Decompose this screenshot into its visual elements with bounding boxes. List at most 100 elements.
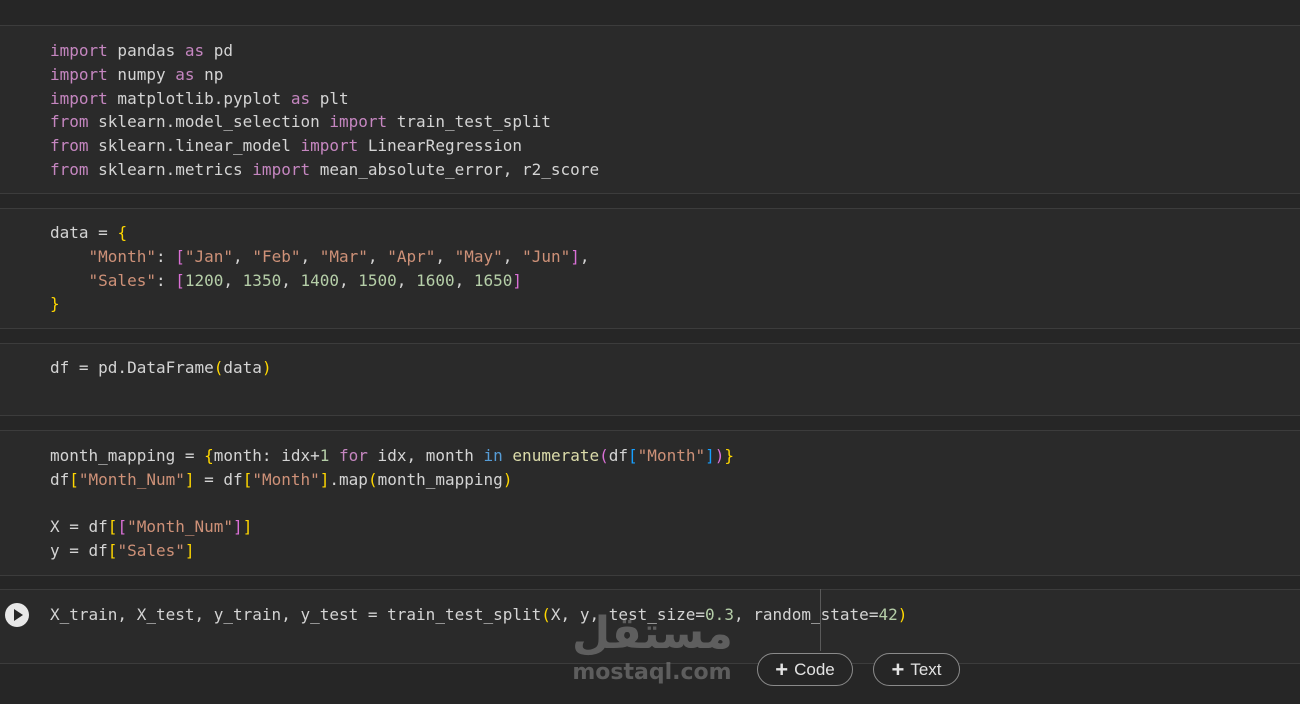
code-token: "Month" xyxy=(637,446,706,465)
code-line[interactable]: from sklearn.metrics import mean_absolut… xyxy=(50,158,599,182)
code-line[interactable]: df = pd.DataFrame(data) xyxy=(50,356,272,380)
code-cell-dataframe[interactable]: df = pd.DataFrame(data) xyxy=(0,343,1300,416)
code-token: df xyxy=(50,469,70,489)
code-line[interactable]: from sklearn.model_selection import trai… xyxy=(50,110,599,134)
code-editor[interactable]: data = { "Month": ["Jan", "Feb", "Mar", … xyxy=(50,221,590,316)
code-token: "Month" xyxy=(252,469,320,489)
code-token: 0.3 xyxy=(705,605,734,624)
code-line[interactable]: from sklearn.linear_model import LinearR… xyxy=(50,134,599,158)
code-token: X, y, test_size= xyxy=(550,605,706,624)
code-token: "Month_Num" xyxy=(78,469,185,489)
code-token: data xyxy=(223,358,262,377)
code-token: "May" xyxy=(454,246,503,266)
code-token: ] xyxy=(512,270,523,290)
code-token: ] xyxy=(319,469,330,489)
code-token: ) xyxy=(502,469,513,489)
code-token: ] xyxy=(184,469,195,489)
code-token: from xyxy=(50,159,89,179)
code-token: df xyxy=(608,446,629,465)
code-token: 42 xyxy=(878,605,898,624)
code-line[interactable]: X = df[["Month_Num"]] xyxy=(50,515,734,539)
code-token: sklearn.linear_model xyxy=(88,136,301,156)
code-token: import xyxy=(50,88,108,108)
code-token: from xyxy=(50,112,89,132)
add-code-cell-button[interactable]: + Code xyxy=(757,653,853,686)
add-text-cell-button[interactable]: + Text xyxy=(873,653,960,686)
code-token: LinearRegression xyxy=(358,136,523,156)
code-token: data = xyxy=(50,223,118,242)
code-token: .map xyxy=(329,469,368,489)
code-token: for xyxy=(339,446,368,465)
code-token: 1400 xyxy=(300,270,339,290)
code-token: as xyxy=(184,41,205,60)
code-line[interactable]: X_train, X_test, y_train, y_test = train… xyxy=(50,603,907,627)
run-cell-button[interactable] xyxy=(5,603,29,627)
code-line[interactable]: df["Month_Num"] = df["Month"].map(month_… xyxy=(50,468,734,492)
code-token: 1600 xyxy=(416,270,455,290)
code-line[interactable]: "Sales": [1200, 1350, 1400, 1500, 1600, … xyxy=(50,269,590,293)
code-token: [ xyxy=(69,469,79,489)
code-line[interactable]: data = { xyxy=(50,221,590,245)
code-cell-mapping[interactable]: month_mapping = {month: idx+1 for idx, m… xyxy=(0,430,1300,576)
code-token: ] xyxy=(233,517,243,537)
code-line[interactable] xyxy=(50,492,734,516)
code-token: import xyxy=(50,64,108,84)
code-token: as xyxy=(290,88,311,108)
code-token: [ xyxy=(175,270,185,290)
code-line[interactable]: } xyxy=(50,292,590,316)
code-line[interactable]: y = df["Sales"] xyxy=(50,539,734,563)
code-token: df = pd.DataFrame xyxy=(50,358,214,377)
code-token: "Mar" xyxy=(319,246,368,266)
code-token: 1 xyxy=(319,446,330,465)
code-token: month_mapping = xyxy=(50,446,205,465)
code-line[interactable]: import pandas as pd xyxy=(50,39,599,63)
editor-ruler xyxy=(820,589,821,651)
code-token: = df xyxy=(194,469,243,489)
code-token: import xyxy=(50,41,108,60)
code-cell-imports[interactable]: import pandas as pd import numpy as np imp… xyxy=(0,25,1300,194)
code-token: "Month_Num" xyxy=(127,517,234,537)
code-token: ) xyxy=(261,358,272,377)
code-token: , xyxy=(233,246,253,266)
code-token: , xyxy=(502,246,523,266)
code-line[interactable]: import numpy as np xyxy=(50,63,599,87)
cell-divider xyxy=(0,663,1300,664)
code-line[interactable]: import matplotlib.pyplot as plt xyxy=(50,87,599,111)
code-token: "Apr" xyxy=(387,246,436,266)
code-token: , xyxy=(339,270,359,290)
code-token: X = df xyxy=(50,517,108,537)
add-text-label: Text xyxy=(910,659,942,679)
code-token: : xyxy=(155,270,176,290)
code-token: import xyxy=(329,112,388,132)
code-token: "Sales" xyxy=(88,270,156,290)
code-token: , random_state= xyxy=(733,605,879,624)
code-token: [ xyxy=(628,446,638,465)
code-token: as xyxy=(175,64,195,84)
code-editor[interactable]: month_mapping = {month: idx+1 for idx, m… xyxy=(50,444,734,563)
code-cell-split[interactable]: X_train, X_test, y_train, y_test = train… xyxy=(0,589,1300,663)
code-token: [ xyxy=(175,246,185,266)
code-line[interactable]: "Month": ["Jan", "Feb", "Mar", "Apr", "M… xyxy=(50,245,590,269)
code-token: np xyxy=(194,64,224,84)
code-token: "Month" xyxy=(88,246,156,266)
code-token: , xyxy=(223,270,243,290)
code-token: X_train, X_test, y_train, y_test = train… xyxy=(50,605,542,624)
add-code-label: Code xyxy=(794,659,835,679)
code-token: sklearn.model_selection xyxy=(88,112,330,132)
code-editor[interactable]: import pandas as pd import numpy as np imp… xyxy=(50,39,599,182)
code-token: mean_absolute_error, r2_score xyxy=(310,159,600,179)
code-line[interactable]: month_mapping = {month: idx+1 for idx, m… xyxy=(50,444,734,468)
code-token: enumerate xyxy=(512,446,600,465)
code-token: "Sales" xyxy=(117,541,185,561)
code-editor[interactable]: X_train, X_test, y_train, y_test = train… xyxy=(50,603,907,627)
code-cell-data[interactable]: data = { "Month": ["Jan", "Feb", "Mar", … xyxy=(0,208,1300,329)
code-token: ] xyxy=(184,541,195,561)
code-token: y = df xyxy=(50,541,108,561)
code-token: import xyxy=(300,136,359,156)
code-editor[interactable]: df = pd.DataFrame(data) xyxy=(50,356,272,380)
code-token: ( xyxy=(367,469,378,489)
code-token: ( xyxy=(599,446,609,465)
